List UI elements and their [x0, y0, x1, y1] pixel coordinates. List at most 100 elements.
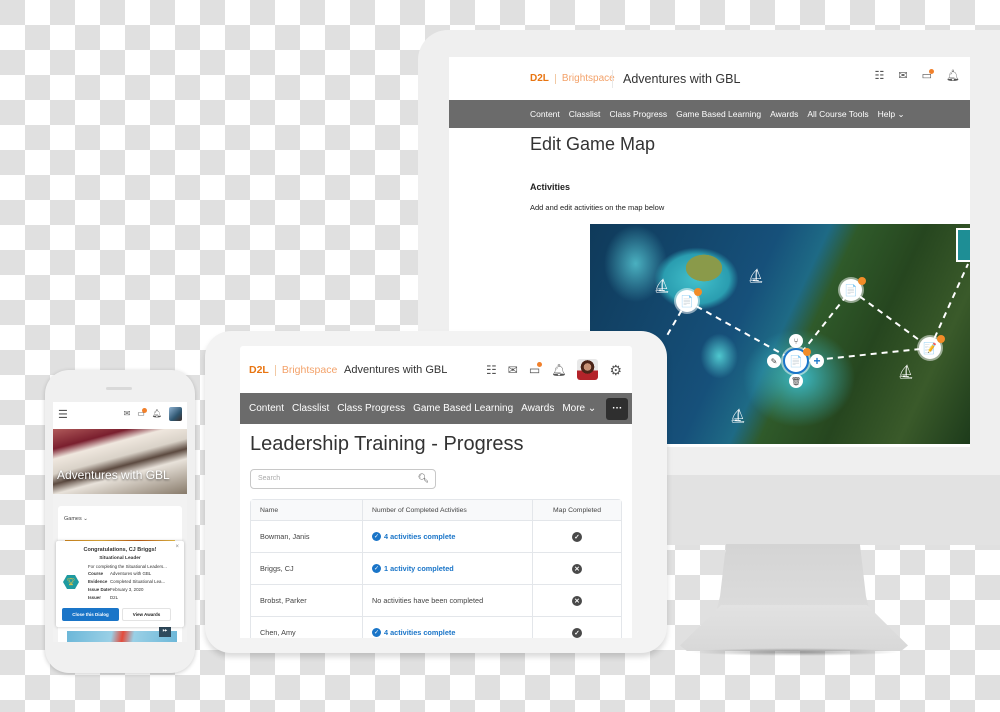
- nav-content[interactable]: Content: [530, 109, 560, 119]
- delete-node-button[interactable]: 🗑: [789, 374, 803, 388]
- nav-awards[interactable]: Awards: [521, 403, 554, 414]
- sailboat-icon: ⛵︎: [747, 267, 765, 284]
- logo-divider: [554, 73, 556, 84]
- d2l-brightspace-logo[interactable]: D2L Brightspace: [249, 364, 337, 376]
- column-header-map-completed[interactable]: Map Completed: [532, 500, 621, 521]
- map-completed-cell: ✕: [532, 585, 621, 617]
- map-avatar-tile[interactable]: [956, 228, 970, 262]
- activities-link[interactable]: 4 activities complete: [384, 532, 455, 541]
- close-dialog-button[interactable]: Close this Dialog: [62, 608, 119, 621]
- user-avatar[interactable]: [577, 359, 599, 380]
- nav-more-dropdown[interactable]: More ⌄: [562, 403, 596, 414]
- activity-node-selected[interactable]: 📄: [783, 348, 811, 374]
- nav-all-course-tools[interactable]: All Course Tools: [807, 109, 868, 119]
- award-dialog: × Congratulations, CJ Briggs! Situationa…: [56, 541, 184, 627]
- monitor-shadow: [690, 648, 900, 656]
- edit-node-button[interactable]: ✎: [767, 354, 781, 368]
- student-name: Briggs, CJ: [251, 553, 362, 585]
- nav-game-based-learning[interactable]: Game Based Learning: [413, 403, 513, 414]
- pencil-icon: ✎: [770, 356, 778, 366]
- award-details: Course Adventures with GBL Evidence Comple…: [88, 571, 165, 600]
- mail-icon[interactable]: ✉: [898, 71, 907, 82]
- nav-awards[interactable]: Awards: [770, 109, 798, 119]
- more-options-button[interactable]: ···: [606, 397, 629, 420]
- branch-node-button[interactable]: ⑂: [789, 334, 803, 348]
- d2l-brightspace-logo[interactable]: D2L Brightspace: [530, 73, 615, 84]
- search-input[interactable]: Search 🔍︎: [250, 469, 436, 489]
- monitor-base: [680, 605, 908, 651]
- document-icon: 📄: [789, 355, 803, 368]
- phone-speaker: [106, 387, 132, 390]
- tablet-header: D2L Brightspace Adventures with GBL ☷ ✉ …: [240, 346, 632, 393]
- check-circle-icon: ✓: [372, 564, 381, 574]
- user-avatar[interactable]: [169, 407, 182, 421]
- search-icon[interactable]: 🔍︎: [418, 473, 429, 484]
- activity-node-2[interactable]: 📄: [840, 277, 866, 301]
- bell-icon[interactable]: 🔔︎: [946, 71, 960, 82]
- header-divider: [612, 70, 613, 88]
- apps-grid-icon[interactable]: ☷: [875, 71, 885, 82]
- nav-class-progress[interactable]: Class Progress: [609, 109, 667, 119]
- nav-game-based-learning[interactable]: Game Based Learning: [676, 109, 761, 119]
- mail-icon[interactable]: ✉: [508, 364, 518, 376]
- fast-forward-icon[interactable]: ⏩︎: [159, 626, 171, 637]
- activities-link[interactable]: 1 activity completed: [384, 564, 454, 573]
- add-node-button[interactable]: +: [810, 354, 824, 368]
- phone-header: ☰ ✉ ▭ 🔔︎: [53, 402, 187, 429]
- page-title: Edit Game Map: [530, 134, 656, 154]
- page-title: Leadership Training - Progress: [250, 433, 524, 455]
- trophy-badge-icon: [858, 277, 866, 285]
- x-icon: ✕: [572, 595, 582, 606]
- tablet-screen: D2L Brightspace Adventures with GBL ☷ ✉ …: [240, 346, 632, 638]
- nav-help-dropdown[interactable]: Help ⌄: [878, 109, 905, 120]
- detail-key: Issuer: [88, 595, 101, 600]
- activities-link[interactable]: 4 activities complete: [384, 628, 455, 637]
- detail-value: Completed Situational Lea...: [110, 579, 166, 584]
- course-title[interactable]: Adventures with GBL: [344, 364, 447, 376]
- activities-cell: ✓ 4 activities complete: [362, 617, 532, 638]
- d2l-logo-text: D2L: [530, 73, 549, 84]
- monitor-stand: [717, 544, 869, 609]
- sailboat-icon: ⛵︎: [897, 363, 915, 380]
- table-header-row: Name Number of Completed Activities Map …: [251, 500, 621, 521]
- chat-icon[interactable]: ▭: [529, 361, 543, 376]
- chat-icon[interactable]: ▭: [922, 69, 935, 82]
- detail-value: D2L: [110, 595, 119, 600]
- gear-icon[interactable]: ⚙: [609, 363, 622, 377]
- trophy-badge-icon: [937, 335, 945, 343]
- hamburger-menu-icon[interactable]: ☰: [58, 408, 68, 421]
- check-circle-icon: ✓: [372, 628, 381, 638]
- bell-icon[interactable]: 🔔︎: [152, 410, 162, 418]
- bell-icon[interactable]: 🔔︎: [551, 364, 566, 376]
- desktop-nav-bar: Content Classlist Class Progress Game Ba…: [449, 100, 970, 128]
- nav-class-progress[interactable]: Class Progress: [337, 403, 405, 414]
- course-title[interactable]: Adventures with GBL: [623, 72, 740, 86]
- apps-grid-icon[interactable]: ☷: [486, 364, 497, 376]
- hero-title: Adventures with GBL: [57, 468, 170, 482]
- activity-node-4[interactable]: 📝: [919, 335, 945, 359]
- header-icons: ✉ ▭ 🔔︎: [124, 407, 182, 421]
- table-row: Bowman, Janis ✓ 4 activities complete ✓: [251, 521, 621, 553]
- map-completed-cell: ✕: [532, 553, 621, 585]
- column-header-activities[interactable]: Number of Completed Activities: [362, 500, 532, 521]
- course-hero-banner: Adventures with GBL: [53, 429, 187, 494]
- column-header-name[interactable]: Name: [251, 500, 362, 521]
- chat-icon[interactable]: ▭: [137, 408, 147, 418]
- nav-classlist[interactable]: Classlist: [292, 403, 329, 414]
- brightspace-logo-text: Brightspace: [561, 73, 615, 84]
- award-name: Situational Leader: [99, 556, 141, 561]
- nav-classlist[interactable]: Classlist: [569, 109, 601, 119]
- chevron-down-icon: ⌄: [83, 516, 88, 522]
- sailboat-icon: ⛵︎: [729, 407, 747, 424]
- mail-icon[interactable]: ✉: [124, 410, 131, 418]
- dialog-title: Congratulations, CJ Briggs!: [83, 547, 157, 553]
- activities-cell: ✓ 1 activity completed: [362, 553, 532, 585]
- header-icons: ☷ ✉ ▭ 🔔︎: [875, 69, 960, 82]
- desktop-header: D2L Brightspace Adventures with GBL ☷ ✉ …: [449, 57, 970, 100]
- games-dropdown[interactable]: Games ⌄: [64, 516, 88, 522]
- nav-content[interactable]: Content: [249, 403, 284, 414]
- d2l-logo-text: D2L: [249, 364, 269, 376]
- notification-dot: [929, 69, 935, 74]
- activity-node-1[interactable]: 📄: [676, 288, 702, 312]
- view-awards-button[interactable]: View Awards: [122, 608, 171, 621]
